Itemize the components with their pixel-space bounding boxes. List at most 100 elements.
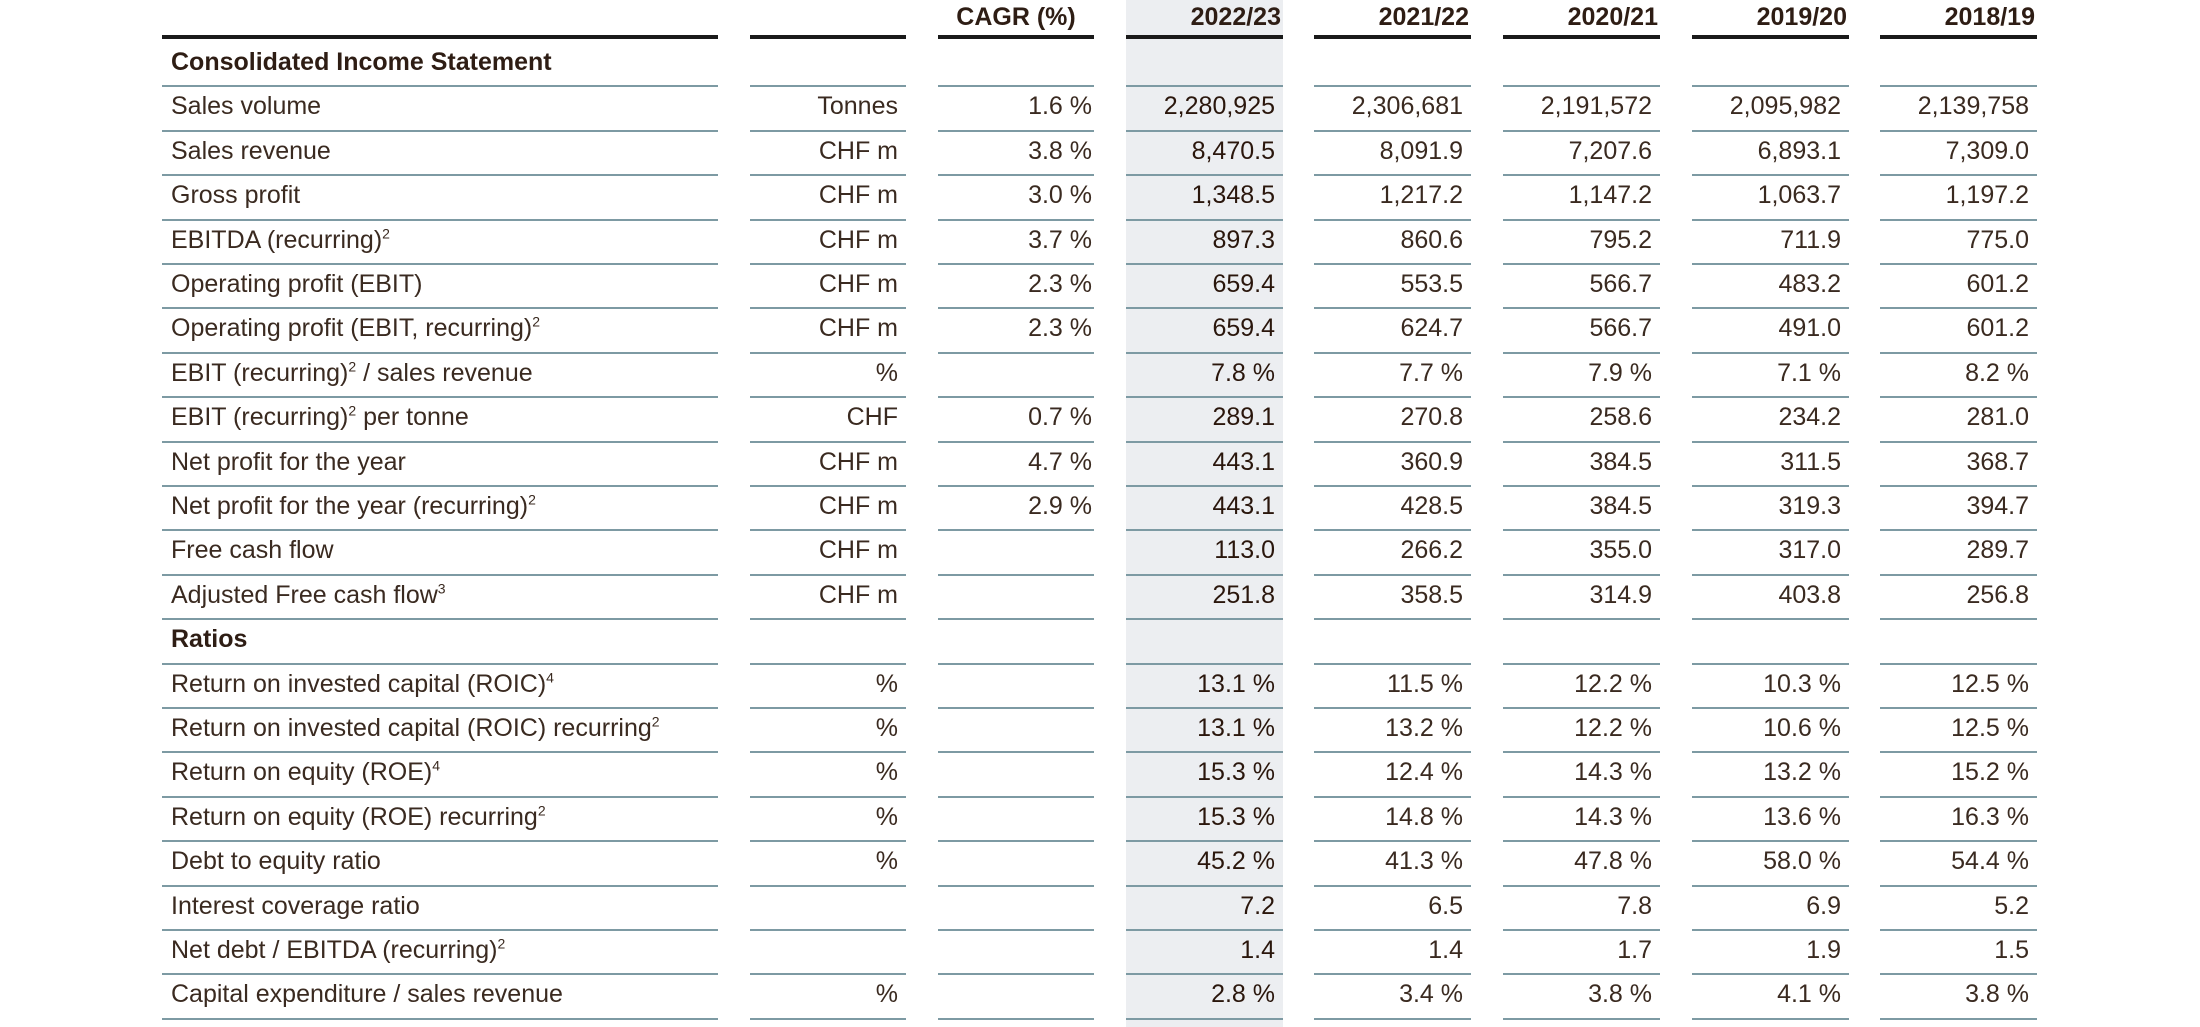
row-rule	[1503, 85, 1660, 88]
row-rule	[162, 973, 718, 976]
value-cell: 566.7	[1589, 270, 1652, 298]
unit-cell: %	[875, 758, 898, 787]
cagr-cell: 2.3 %	[1028, 270, 1092, 298]
value-cell: 659.4	[1212, 314, 1275, 343]
row-label-text: Sales volume	[171, 92, 322, 121]
row-label: Debt to equity ratio	[171, 846, 381, 876]
row-label: Interest coverage ratio	[171, 891, 420, 921]
row-rule	[1314, 85, 1471, 88]
row-rule	[938, 85, 1094, 88]
cagr-cell: 2.9 %	[1028, 492, 1092, 520]
row-rule	[1126, 929, 1283, 931]
row-rule	[1880, 351, 2037, 354]
value-cell: 443.1	[1212, 447, 1275, 476]
row-rule	[1126, 840, 1283, 843]
row-rule	[1503, 795, 1660, 798]
row-rule	[1126, 973, 1283, 976]
value-cell: 13.1 %	[1197, 669, 1275, 698]
row-rule	[1692, 884, 1849, 887]
row-rule	[750, 840, 906, 843]
row-rule	[1126, 351, 1283, 354]
value-cell: 384.5	[1589, 447, 1652, 476]
value-cell: 7.8 %	[1211, 358, 1275, 387]
row-rule	[1314, 573, 1471, 576]
value-cell: 258.6	[1589, 403, 1652, 432]
row-label-text: Net debt / EBITDA (recurring)	[171, 936, 498, 964]
row-rule	[1126, 129, 1283, 132]
value-cell: 1,197.2	[1945, 181, 2029, 210]
value-cell: 7.8	[1617, 891, 1652, 920]
row-rule	[1314, 929, 1471, 931]
row-rule	[1126, 662, 1283, 665]
value-cell: 358.5	[1400, 580, 1463, 609]
value-cell: 355.0	[1589, 536, 1652, 565]
footnote-marker: 2	[348, 402, 357, 419]
value-cell: 403.8	[1778, 580, 1841, 609]
row-label-text: Free cash flow	[171, 536, 334, 565]
row-rule	[1503, 529, 1660, 532]
row-rule	[1692, 840, 1849, 843]
row-rule	[1503, 840, 1660, 843]
footnote-marker: 2	[537, 802, 546, 819]
column-header-cagr: CAGR (%)	[956, 3, 1076, 31]
row-rule	[162, 795, 718, 798]
value-cell: 1,217.2	[1379, 181, 1463, 210]
row-rule	[1692, 396, 1849, 399]
unit-cell: %	[875, 669, 898, 698]
value-cell: 15.2 %	[1951, 758, 2029, 787]
value-cell: 14.3 %	[1574, 758, 1652, 787]
row-label: EBIT (recurring)2 per tonne	[171, 402, 469, 432]
header-rule	[162, 35, 718, 39]
row-rule	[1880, 263, 2037, 265]
row-rule	[1126, 307, 1283, 310]
row-rule	[750, 351, 906, 354]
row-rule	[750, 884, 906, 887]
value-cell: 12.2 %	[1574, 714, 1652, 742]
row-rule	[750, 751, 906, 754]
row-label: Net debt / EBITDA (recurring)2	[171, 935, 505, 965]
value-cell: 7.2	[1240, 891, 1275, 920]
header-rule	[1692, 35, 1849, 39]
row-label-text: EBITDA (recurring)	[171, 225, 383, 254]
row-rule	[162, 929, 718, 931]
row-rule	[1880, 840, 2037, 843]
footnote-marker: 2	[382, 225, 390, 242]
row-rule	[1692, 85, 1849, 88]
header-rule	[1880, 35, 2037, 39]
cagr-cell: 2.3 %	[1028, 314, 1092, 343]
value-cell: 289.1	[1212, 403, 1275, 432]
row-label-text: Consolidated Income Statement	[171, 48, 552, 76]
value-cell: 659.4	[1212, 270, 1275, 298]
value-cell: 54.4 %	[1951, 847, 2029, 876]
header-rule	[1503, 35, 1660, 39]
row-rule	[1692, 751, 1849, 754]
row-rule	[1880, 174, 2037, 177]
value-cell: 317.0	[1778, 536, 1841, 565]
row-rule	[1503, 973, 1660, 976]
row-rule	[1126, 485, 1283, 487]
footnote-marker: 3	[437, 580, 446, 597]
row-rule	[1314, 129, 1471, 132]
value-cell: 8,470.5	[1191, 136, 1275, 165]
value-cell: 6.9	[1806, 891, 1841, 920]
row-rule	[750, 263, 906, 265]
unit-cell: CHF	[846, 403, 898, 432]
value-cell: 483.2	[1778, 270, 1841, 298]
row-rule	[1880, 929, 2037, 931]
header-rule	[938, 35, 1094, 39]
row-rule	[1503, 396, 1660, 399]
value-cell: 10.3 %	[1763, 669, 1841, 698]
row-rule	[1314, 307, 1471, 310]
unit-cell: %	[875, 980, 898, 1009]
row-rule	[1880, 795, 2037, 798]
row-rule	[750, 85, 906, 88]
row-rule	[162, 263, 718, 265]
row-rule	[162, 618, 718, 621]
value-cell: 3.8 %	[1588, 980, 1652, 1009]
value-cell: 251.8	[1212, 580, 1275, 609]
row-label: Net profit for the year (recurring)2	[171, 491, 536, 521]
row-rule	[1503, 884, 1660, 887]
value-cell: 491.0	[1778, 314, 1841, 343]
row-rule	[938, 440, 1094, 443]
value-cell: 14.3 %	[1574, 802, 1652, 831]
